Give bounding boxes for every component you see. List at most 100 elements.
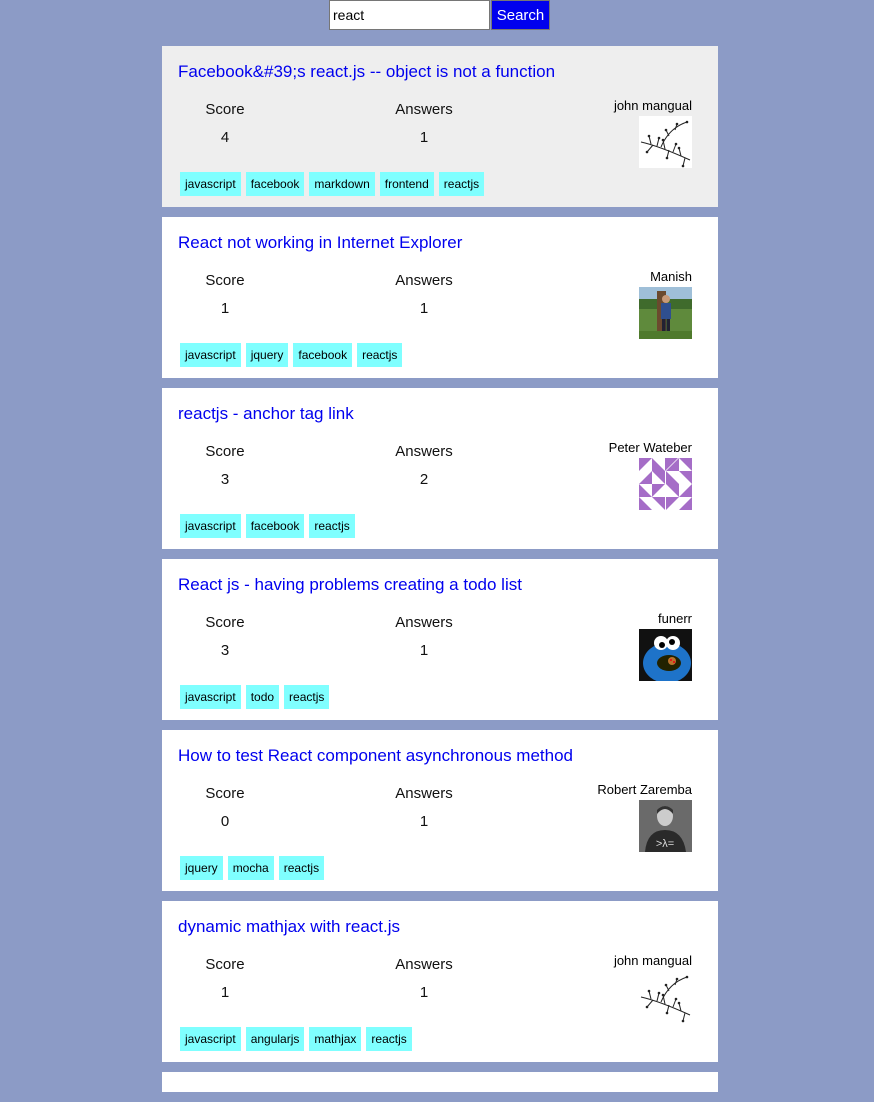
tag-list: javascript facebook markdown frontend reactj… bbox=[180, 172, 485, 196]
question-owner: Manish bbox=[639, 269, 692, 339]
answers-label: Answers bbox=[395, 785, 453, 802]
question-owner: Robert Zaremba >λ= bbox=[597, 782, 692, 852]
tag-list: javascript jquery facebook reactjs bbox=[180, 343, 403, 367]
answers-label: Answers bbox=[395, 443, 453, 460]
score-label: Score bbox=[205, 272, 245, 289]
owner-name[interactable]: Robert Zaremba bbox=[597, 782, 692, 797]
results-list: Facebook&#39;s react.js -- object is not… bbox=[162, 46, 718, 1102]
question-title-link[interactable]: Facebook&#39;s react.js -- object is not… bbox=[178, 62, 555, 82]
branch-drawing-icon[interactable] bbox=[639, 971, 692, 1023]
question-card: React js - having problems creating a to… bbox=[162, 559, 718, 720]
question-title-link[interactable]: reactjs - anchor tag link bbox=[178, 404, 354, 424]
score-label: Score bbox=[205, 956, 245, 973]
tag-reactjs[interactable]: reactjs bbox=[278, 856, 325, 880]
tag-todo[interactable]: todo bbox=[245, 685, 280, 709]
question-card: dynamic mathjax with react.js Score 1 Answe… bbox=[162, 901, 718, 1062]
answers-value: 1 bbox=[419, 300, 429, 317]
owner-name[interactable]: Manish bbox=[639, 269, 692, 284]
score-label: Score bbox=[205, 785, 245, 802]
search-bar: Search bbox=[329, 0, 550, 30]
score-block: Score 1 bbox=[170, 272, 280, 317]
score-value: 3 bbox=[220, 471, 230, 488]
tag-markdown[interactable]: markdown bbox=[309, 172, 375, 196]
score-block: Score 1 bbox=[170, 956, 280, 1001]
question-title-link[interactable]: How to test React component asynchronous… bbox=[178, 746, 573, 766]
owner-name[interactable]: john mangual bbox=[614, 98, 692, 113]
answers-label: Answers bbox=[395, 614, 453, 631]
tag-list: javascript todo reactjs bbox=[180, 685, 330, 709]
answers-value: 1 bbox=[419, 642, 429, 659]
tag-frontend[interactable]: frontend bbox=[379, 172, 434, 196]
score-label: Score bbox=[205, 443, 245, 460]
tag-facebook[interactable]: facebook bbox=[245, 514, 305, 538]
tag-mathjax[interactable]: mathjax bbox=[309, 1027, 362, 1051]
score-value: 1 bbox=[220, 984, 230, 1001]
score-value: 4 bbox=[220, 129, 230, 146]
answers-value: 1 bbox=[419, 129, 429, 146]
score-block: Score 3 bbox=[170, 614, 280, 659]
score-block: Score 4 bbox=[170, 101, 280, 146]
identicon-purple-icon[interactable] bbox=[639, 458, 692, 510]
tag-list: javascript facebook reactjs bbox=[180, 514, 355, 538]
svg-text:>λ=: >λ= bbox=[656, 838, 674, 850]
cookie-monster-icon[interactable] bbox=[639, 629, 692, 683]
score-value: 3 bbox=[220, 642, 230, 659]
tag-reactjs[interactable]: reactjs bbox=[284, 685, 330, 709]
tag-mocha[interactable]: mocha bbox=[227, 856, 274, 880]
tag-jquery[interactable]: jquery bbox=[245, 343, 289, 367]
answers-label: Answers bbox=[395, 272, 453, 289]
answers-label: Answers bbox=[395, 956, 453, 973]
score-label: Score bbox=[205, 614, 245, 631]
tag-reactjs[interactable]: reactjs bbox=[438, 172, 485, 196]
tag-list: javascript angularjs mathjax reactjs bbox=[180, 1027, 412, 1051]
score-value: 1 bbox=[220, 300, 230, 317]
answers-value: 1 bbox=[419, 984, 429, 1001]
score-value: 0 bbox=[220, 813, 230, 830]
question-card: reactjs - anchor tag link Score 3 Answers 2 P… bbox=[162, 388, 718, 549]
person-bw-photo-icon[interactable]: >λ= bbox=[639, 800, 692, 852]
tag-reactjs[interactable]: reactjs bbox=[357, 343, 403, 367]
answers-block: Answers 1 bbox=[369, 956, 479, 1001]
tag-javascript[interactable]: javascript bbox=[180, 172, 241, 196]
answers-block: Answers 1 bbox=[369, 785, 479, 830]
tag-javascript[interactable]: javascript bbox=[180, 343, 241, 367]
score-block: Score 3 bbox=[170, 443, 280, 488]
answers-block: Answers 1 bbox=[369, 272, 479, 317]
answers-block: Answers 2 bbox=[369, 443, 479, 488]
question-owner: john mangual bbox=[614, 953, 692, 1023]
answers-label: Answers bbox=[395, 101, 453, 118]
question-title-link[interactable]: React js - having problems creating a to… bbox=[178, 575, 522, 595]
question-card-partial bbox=[162, 1072, 718, 1092]
tag-reactjs[interactable]: reactjs bbox=[366, 1027, 412, 1051]
tag-javascript[interactable]: javascript bbox=[180, 514, 241, 538]
tag-reactjs[interactable]: reactjs bbox=[309, 514, 355, 538]
owner-name[interactable]: john mangual bbox=[614, 953, 692, 968]
tag-javascript[interactable]: javascript bbox=[180, 685, 241, 709]
answers-block: Answers 1 bbox=[369, 614, 479, 659]
score-block: Score 0 bbox=[170, 785, 280, 830]
tag-angularjs[interactable]: angularjs bbox=[245, 1027, 305, 1051]
owner-name[interactable]: Peter Wateber bbox=[609, 440, 692, 455]
answers-block: Answers 1 bbox=[369, 101, 479, 146]
person-photo-icon[interactable] bbox=[639, 287, 692, 339]
search-button[interactable]: Search bbox=[491, 0, 550, 30]
branch-drawing-icon[interactable] bbox=[639, 116, 692, 168]
answers-value: 2 bbox=[419, 471, 429, 488]
question-card: How to test React component asynchronous… bbox=[162, 730, 718, 891]
question-title-link[interactable]: React not working in Internet Explorer bbox=[178, 233, 462, 253]
tag-javascript[interactable]: javascript bbox=[180, 1027, 241, 1051]
question-owner: Peter Wateber bbox=[609, 440, 692, 510]
question-owner: funerr bbox=[639, 611, 692, 683]
question-card: Facebook&#39;s react.js -- object is not… bbox=[162, 46, 718, 207]
tag-list: jquery mocha reactjs bbox=[180, 856, 325, 880]
search-input[interactable] bbox=[329, 0, 490, 30]
score-label: Score bbox=[205, 101, 245, 118]
tag-facebook[interactable]: facebook bbox=[245, 172, 305, 196]
owner-name[interactable]: funerr bbox=[639, 611, 692, 626]
tag-jquery[interactable]: jquery bbox=[180, 856, 223, 880]
question-card: React not working in Internet Explorer Sc… bbox=[162, 217, 718, 378]
tag-facebook[interactable]: facebook bbox=[293, 343, 353, 367]
answers-value: 1 bbox=[419, 813, 429, 830]
question-owner: john mangual bbox=[614, 98, 692, 168]
question-title-link[interactable]: dynamic mathjax with react.js bbox=[178, 917, 400, 937]
